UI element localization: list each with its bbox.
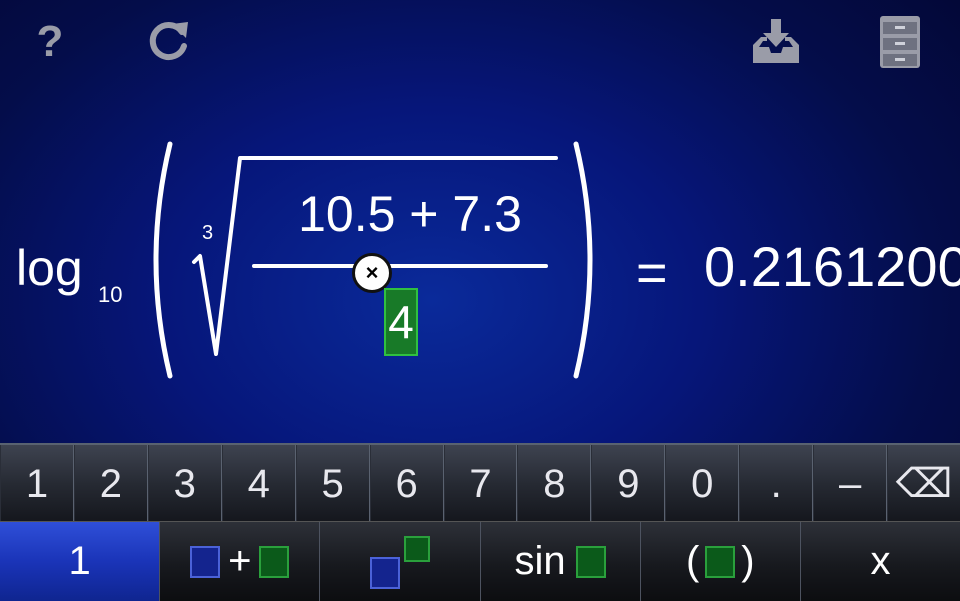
log-function: log	[16, 240, 83, 296]
denominator-input[interactable]: 4	[384, 288, 418, 356]
backspace-button[interactable]: ⌫	[887, 445, 960, 523]
placeholder-green-icon	[705, 545, 736, 578]
help-icon: ?	[36, 17, 64, 66]
sin-label: sin	[514, 539, 566, 583]
close-paren-label: )	[741, 539, 755, 583]
key-3[interactable]: 3	[147, 445, 222, 523]
key-5[interactable]: 5	[295, 445, 370, 523]
exponent-placeholder-icon	[403, 535, 430, 562]
save-button[interactable]	[748, 14, 804, 70]
placeholder-blue-icon	[190, 545, 221, 578]
left-parenthesis	[153, 141, 173, 379]
key-1[interactable]: 1	[0, 445, 74, 523]
key-minus[interactable]: –	[813, 445, 888, 523]
addition-template-button[interactable]: +	[160, 522, 321, 601]
variable-x-button[interactable]: x	[800, 522, 960, 601]
help-button[interactable]: ?	[22, 14, 78, 70]
placeholder-green-icon	[575, 545, 606, 578]
parentheses-template-button[interactable]: ( )	[640, 522, 801, 601]
log-base: 10	[98, 282, 123, 307]
key-7[interactable]: 7	[443, 445, 518, 523]
number-keypad-row: 1 2 3 4 5 6 7 8 9 0 . – ⌫	[0, 443, 960, 523]
backspace-icon: ⌫	[895, 462, 953, 506]
file-cabinet-icon	[880, 16, 920, 68]
template-keypad-row: 1 + sin ( ) x	[0, 521, 960, 601]
fraction-bar	[252, 264, 548, 268]
right-parenthesis	[573, 141, 593, 379]
plus-label: +	[228, 539, 252, 583]
refresh-icon	[149, 22, 188, 61]
top-toolbar: ?	[0, 0, 960, 90]
key-9[interactable]: 9	[591, 445, 666, 523]
key-6[interactable]: 6	[369, 445, 444, 523]
base-placeholder-icon	[369, 556, 400, 589]
refresh-button[interactable]	[140, 14, 196, 70]
equals-sign: =	[636, 243, 668, 303]
power-template-button[interactable]	[320, 522, 481, 601]
key-decimal[interactable]: .	[739, 445, 814, 523]
open-paren-label: (	[685, 539, 700, 583]
close-icon: ×	[365, 260, 379, 285]
delete-fraction-button[interactable]: ×	[352, 253, 392, 293]
keypad-page-button[interactable]: 1	[0, 522, 161, 601]
key-2[interactable]: 2	[73, 445, 148, 523]
key-0[interactable]: 0	[665, 445, 740, 523]
placeholder-green-icon	[259, 545, 290, 578]
result-value: 0.2161200	[704, 235, 960, 298]
sin-template-button[interactable]: sin	[480, 522, 641, 601]
files-button[interactable]	[872, 14, 928, 70]
numerator[interactable]: 10.5 + 7.3	[270, 185, 550, 243]
key-4[interactable]: 4	[221, 445, 296, 523]
save-to-inbox-icon	[753, 19, 799, 63]
key-8[interactable]: 8	[517, 445, 592, 523]
